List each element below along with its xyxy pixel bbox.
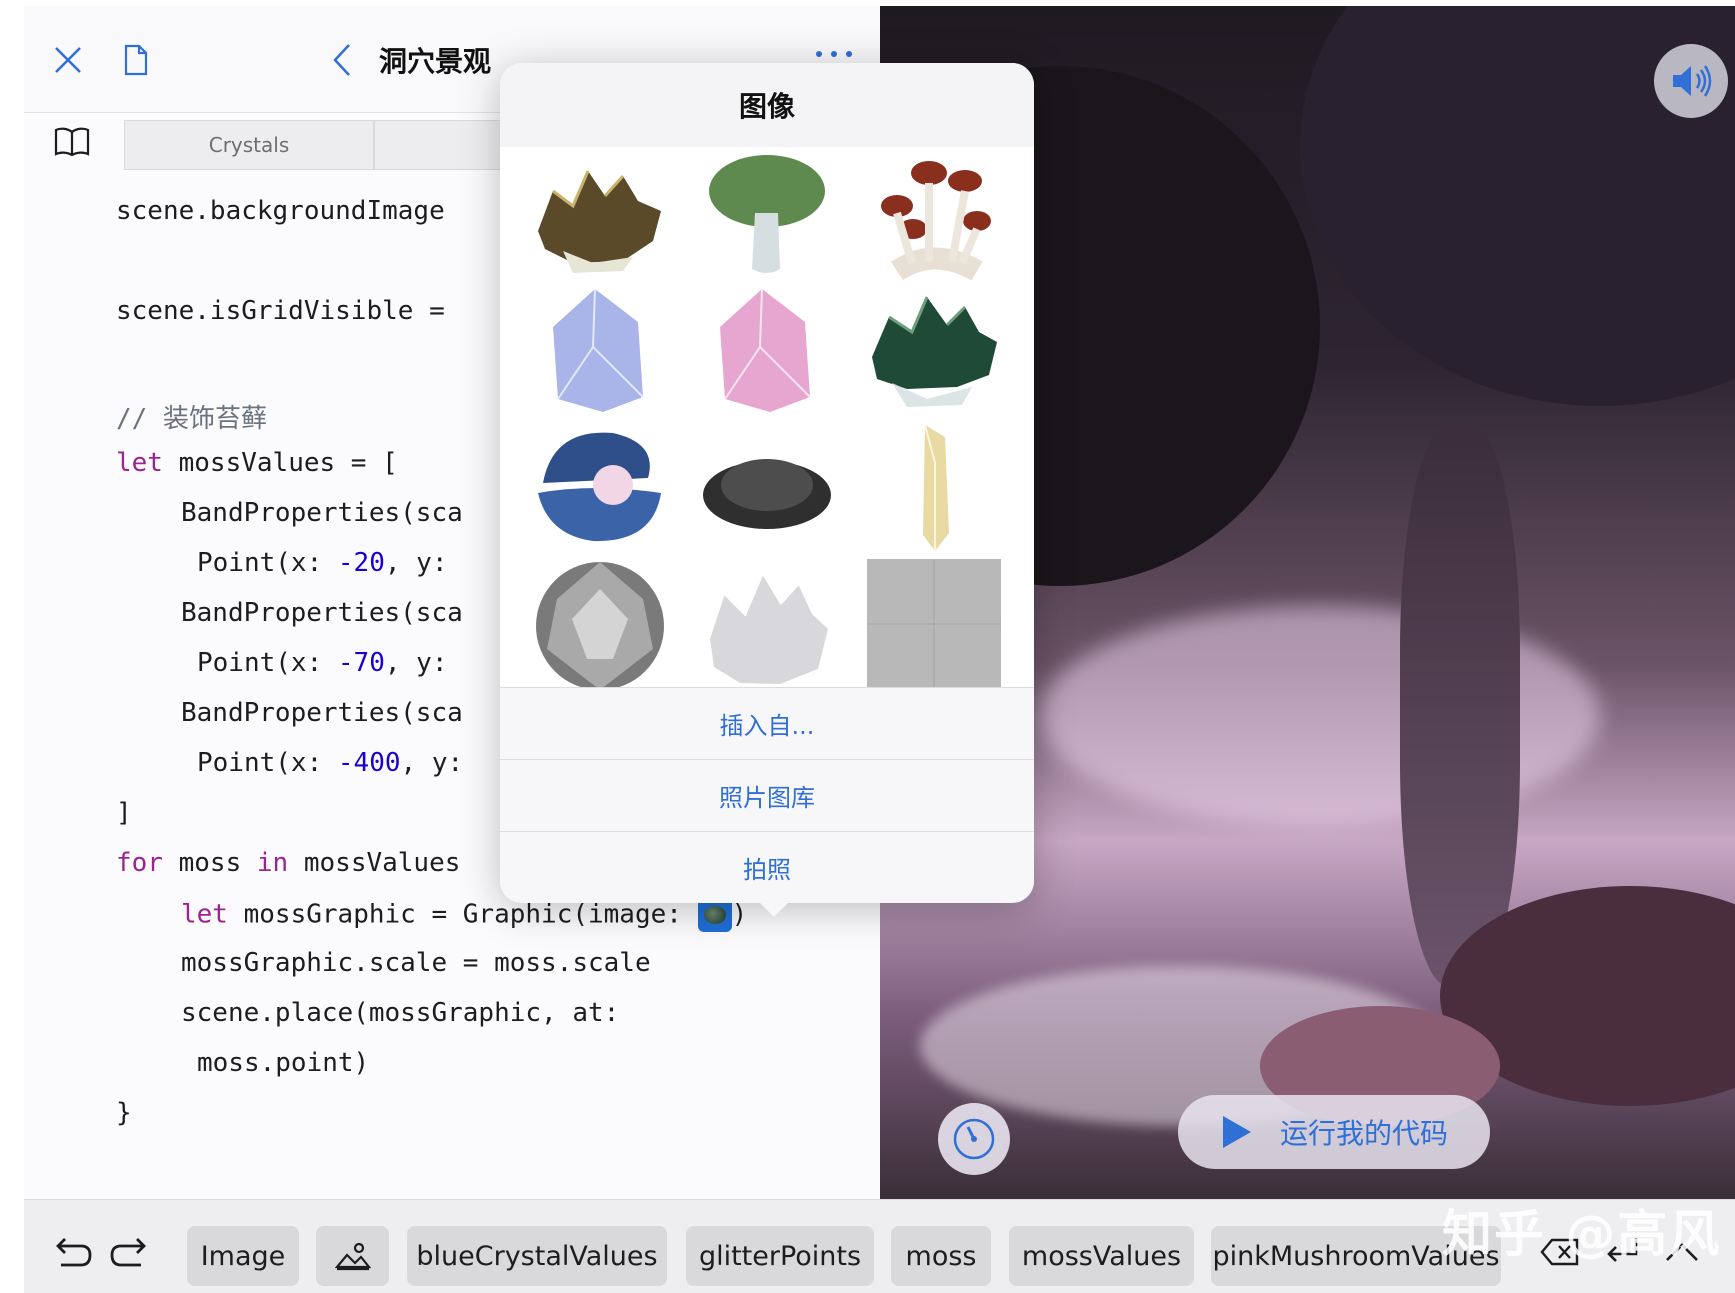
image-grid	[500, 147, 1034, 690]
image-grid-placeholder[interactable]	[867, 559, 1001, 689]
take-photo-button[interactable]: 拍照	[500, 831, 1034, 902]
image-picker-popover: 图像 插入自... 照片图库 拍照	[500, 63, 1034, 903]
playgrounds-app: 洞穴景观 Crystals scene.backgroundImage scen…	[24, 6, 1735, 1293]
speed-button[interactable]	[938, 1103, 1010, 1175]
image-yellow-crystal-shard[interactable]	[867, 423, 1001, 553]
code-line: scene.isGridVisible =	[116, 296, 445, 326]
close-icon[interactable]	[50, 42, 86, 78]
code-text-run: mossValues = [	[162, 448, 398, 478]
chevron-left-icon[interactable]	[324, 42, 360, 78]
suggestion-chip[interactable]: Image	[187, 1226, 299, 1286]
image-smoky-crystal-cluster[interactable]	[533, 151, 667, 281]
code-line: scene.place(mossGraphic, at:	[181, 998, 620, 1028]
keyword: let	[181, 899, 228, 930]
image-literal-token[interactable]	[697, 898, 732, 932]
code-line: mossGraphic.scale = moss.scale	[181, 948, 651, 978]
code-line: scene.backgroundImage	[116, 196, 445, 226]
code-line: Point(x: -20, y:	[197, 548, 447, 578]
insert-from-button[interactable]: 插入自...	[500, 687, 1034, 758]
run-code-label: 运行我的代码	[1279, 1117, 1448, 1150]
code-line: }	[116, 1098, 132, 1128]
image-blue-crystal[interactable]	[533, 287, 667, 417]
book-icon[interactable]	[50, 122, 94, 162]
code-line: let mossGraphic = Graphic(image: )	[181, 898, 747, 932]
code-text-run: Point(x:	[197, 748, 338, 778]
number-literal: -400	[337, 748, 401, 778]
image-red-mushroom-cluster[interactable]	[867, 151, 1001, 281]
run-code-button[interactable]: 运行我的代码	[1178, 1095, 1490, 1169]
popover-title: 图像	[500, 63, 1034, 148]
more-icon[interactable]	[804, 44, 864, 64]
code-line: Point(x: -400, y:	[197, 748, 463, 778]
tab-next[interactable]	[374, 120, 504, 170]
suggestion-chip[interactable]: glitterPoints	[686, 1226, 874, 1286]
code-text-run: Point(x:	[197, 648, 338, 678]
code-line: BandProperties(sca	[181, 598, 463, 628]
speedometer-icon	[953, 1118, 995, 1160]
image-icon	[334, 1242, 371, 1271]
suggestion-chip[interactable]: mossValues	[1009, 1226, 1194, 1286]
speaker-icon	[1673, 65, 1712, 97]
popover-arrow	[756, 899, 792, 917]
image-pearl-shell[interactable]	[533, 423, 667, 553]
code-line: BandProperties(sca	[181, 498, 463, 528]
tab-crystals[interactable]: Crystals	[124, 120, 374, 170]
keyword: for	[116, 848, 163, 878]
image-literal-chip[interactable]	[316, 1226, 389, 1286]
image-green-mushroom[interactable]	[700, 151, 834, 281]
watermark: 知乎 @高风	[1442, 1205, 1722, 1263]
code-line: moss.point)	[197, 1048, 370, 1078]
code-text-run: mossGraphic = Graphic(image:	[227, 899, 698, 930]
photo-library-button[interactable]: 照片图库	[500, 759, 1034, 830]
redo-icon[interactable]	[108, 1230, 148, 1274]
document-icon[interactable]	[118, 42, 154, 78]
code-text-run: , y:	[384, 648, 448, 678]
suggestion-chip[interactable]: moss	[891, 1226, 991, 1286]
code-line: let mossValues = [	[116, 448, 398, 478]
code-line: ]	[116, 798, 132, 828]
code-comment: // 装饰苔藓	[116, 404, 267, 434]
image-green-crystal-cluster[interactable]	[867, 287, 1001, 417]
undo-icon[interactable]	[54, 1230, 94, 1274]
code-line: BandProperties(sca	[181, 698, 463, 728]
play-icon	[1222, 1116, 1251, 1148]
code-line: for moss in mossValues	[116, 848, 460, 878]
code-text-run: Point(x:	[197, 548, 338, 578]
sound-button[interactable]	[1654, 44, 1728, 118]
number-literal: -20	[337, 548, 385, 578]
code-text-run: moss	[162, 848, 257, 878]
code-line: Point(x: -70, y:	[197, 648, 447, 678]
cave-pillar	[1400, 426, 1520, 986]
page-title: 洞穴景观	[379, 45, 492, 78]
suggestion-chip[interactable]: blueCrystalValues	[407, 1226, 667, 1286]
keyword: in	[256, 848, 289, 878]
image-moss-clump[interactable]	[700, 423, 834, 553]
keyword: let	[116, 448, 163, 478]
image-pink-crystal[interactable]	[700, 287, 834, 417]
code-text-run: , y:	[384, 548, 448, 578]
image-grey-gem[interactable]	[533, 559, 667, 690]
code-text-run: )	[731, 899, 748, 930]
code-text-run: , y:	[400, 748, 464, 778]
image-white-crystal-cluster[interactable]	[700, 559, 834, 689]
code-text-run: mossValues	[288, 848, 461, 878]
number-literal: -70	[337, 648, 385, 678]
